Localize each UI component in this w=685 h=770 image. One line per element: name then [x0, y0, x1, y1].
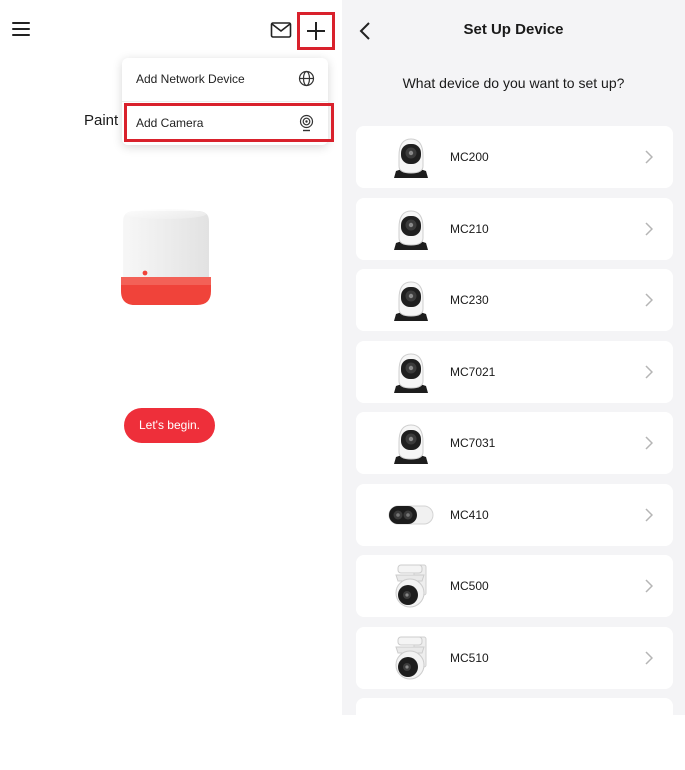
device-model-label: MC410	[450, 507, 489, 522]
camera-image	[386, 490, 436, 540]
menu-icon[interactable]	[12, 22, 30, 37]
camera-image	[386, 132, 436, 182]
device-card[interactable]: MC7031	[356, 412, 673, 474]
device-model-label: MC230	[450, 293, 489, 307]
plus-icon	[307, 22, 325, 40]
chevron-right-icon	[645, 436, 654, 455]
router-image	[121, 209, 211, 305]
device-card[interactable]: MC410	[356, 483, 673, 546]
add-network-device-item[interactable]: Add Network Device	[122, 58, 328, 102]
device-card[interactable]: MC7021	[356, 340, 673, 403]
camera-image	[386, 704, 436, 754]
chevron-right-icon	[645, 650, 654, 670]
chevron-right-icon	[645, 150, 654, 169]
setup-question: What device do you want to set up?	[402, 75, 625, 91]
menu-item-label: Add Network Device	[136, 72, 245, 86]
home-panel: Paint Let's begin. Add Network Device Ad…	[0, 0, 342, 715]
camera-image	[386, 418, 436, 468]
device-card[interactable]: MC210	[356, 197, 673, 260]
chevron-right-icon	[645, 579, 654, 598]
globe-icon	[298, 70, 315, 87]
device-model-label: MC7021	[450, 364, 496, 379]
device-model-label: MC200	[450, 150, 489, 164]
lets-begin-button[interactable]: Let's begin.	[124, 408, 215, 443]
page-title: Set Up Device	[463, 21, 564, 38]
camera-image	[386, 347, 436, 397]
mail-icon[interactable]	[270, 21, 292, 39]
chevron-right-icon	[645, 221, 654, 241]
device-card[interactable]	[356, 698, 673, 760]
add-button[interactable]	[297, 12, 335, 50]
device-model-label: MC510	[450, 650, 489, 665]
device-model-label: MC500	[450, 579, 489, 593]
camera-image	[386, 275, 436, 325]
device-card[interactable]: MC230	[356, 269, 673, 331]
device-card[interactable]: MC200	[356, 126, 673, 188]
chevron-right-icon	[645, 507, 654, 527]
device-card[interactable]: MC500	[356, 555, 673, 617]
device-list: MC200 MC210 MC230 MC7021 MC7031 MC410 MC500 MC5…	[356, 126, 673, 770]
camera-image	[386, 204, 436, 254]
device-card[interactable]: MC510	[356, 626, 673, 689]
device-model-label: MC7031	[450, 436, 496, 450]
chevron-right-icon	[645, 364, 654, 384]
add-camera-highlight	[124, 103, 334, 142]
device-name: Paint	[84, 112, 119, 129]
camera-image	[386, 633, 436, 683]
camera-image	[386, 561, 436, 611]
chevron-right-icon	[645, 293, 654, 312]
device-model-label: MC210	[450, 221, 489, 236]
